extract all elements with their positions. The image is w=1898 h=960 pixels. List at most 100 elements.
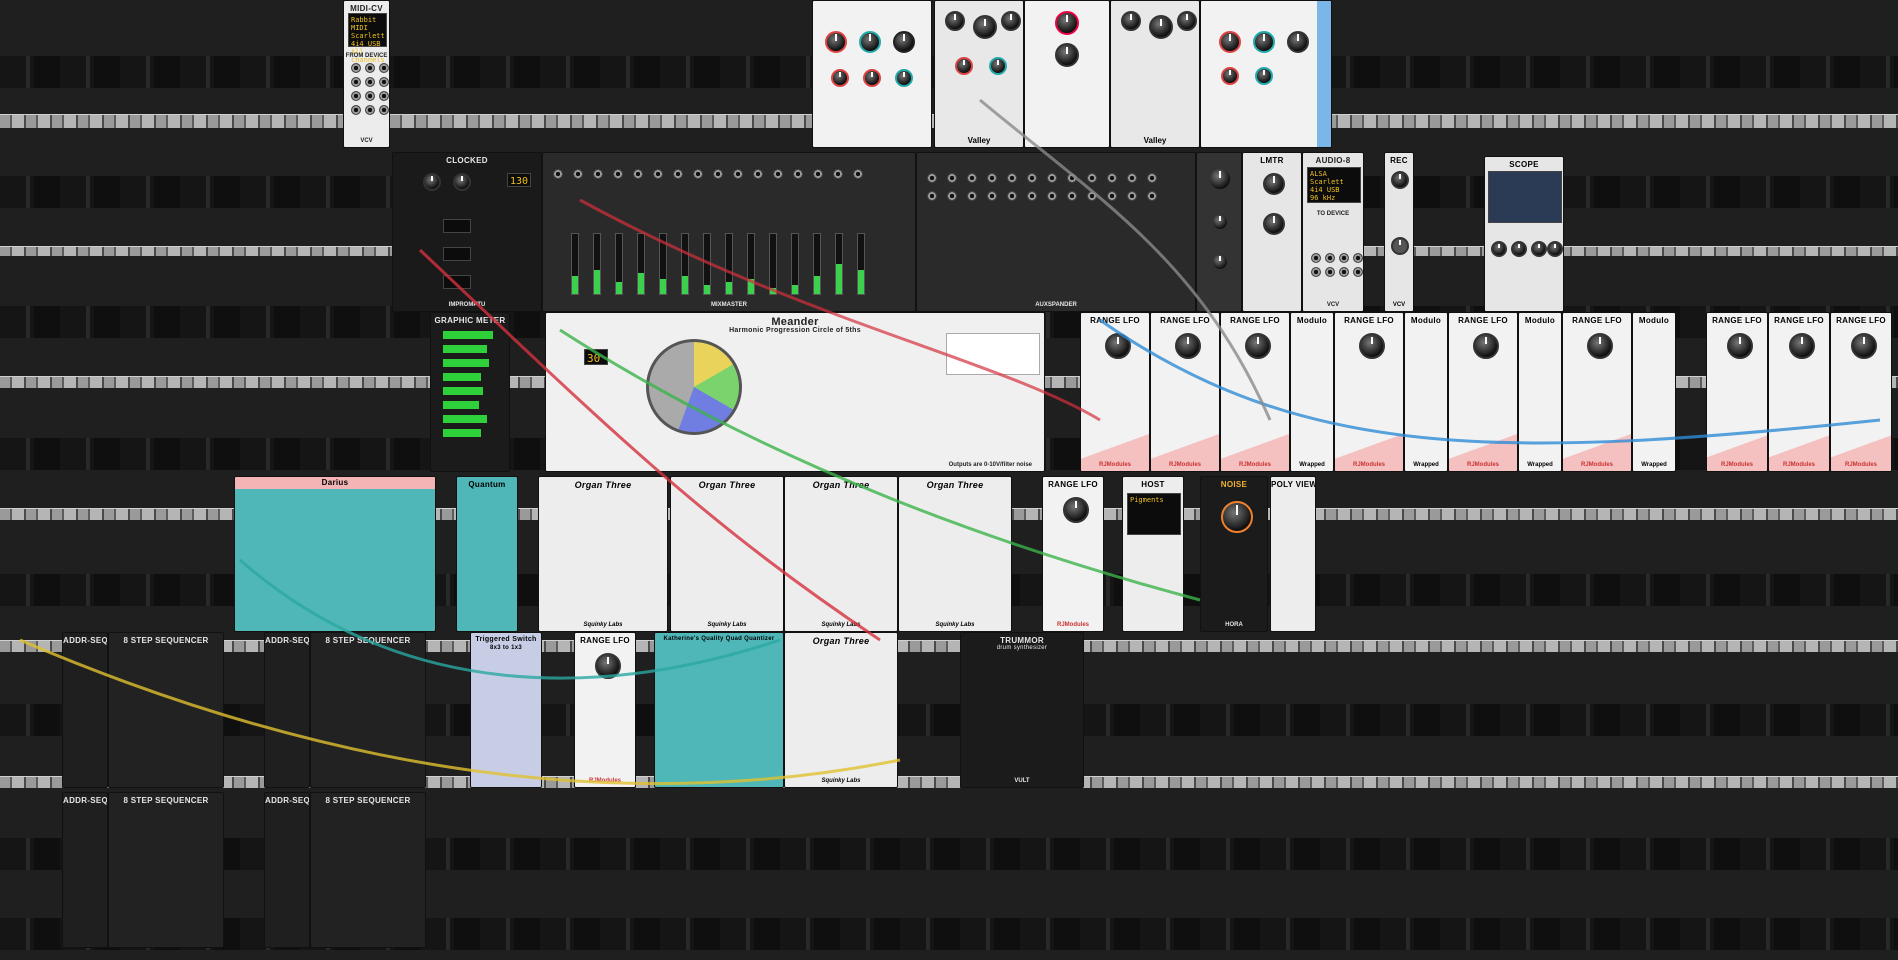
channel-faders[interactable] (571, 233, 865, 295)
knob[interactable] (1001, 11, 1021, 31)
jack[interactable] (853, 169, 863, 179)
fader[interactable] (615, 233, 623, 295)
meander-module[interactable]: Meander Harmonic Progression Circle of 5… (545, 312, 1045, 472)
rec-module[interactable]: REC VCV (1384, 152, 1414, 312)
effect-module-left[interactable] (812, 0, 932, 148)
knob[interactable] (1789, 333, 1815, 359)
knob[interactable] (1211, 213, 1229, 231)
modulo-module-4[interactable]: Modulo Wrapped (1632, 312, 1676, 472)
jack[interactable] (365, 77, 375, 87)
triggered-switch-module[interactable]: Triggered Switch 8x3 to 1x3 (470, 632, 542, 788)
valley-module-2[interactable]: Valley (1110, 0, 1200, 148)
organ-three-module-1[interactable]: Organ Three Squinky Labs (538, 476, 668, 632)
fader[interactable] (681, 233, 689, 295)
knob[interactable] (945, 11, 965, 31)
addr-seq-module-1[interactable]: ADDR-SEQ (62, 632, 108, 788)
knob[interactable] (831, 69, 849, 87)
fader[interactable] (857, 233, 865, 295)
organ-three-module-4[interactable]: Organ Three Squinky Labs (898, 476, 1012, 632)
knob[interactable] (1211, 253, 1229, 271)
jack[interactable] (967, 191, 977, 201)
range-lfo-module-9[interactable]: RANGE LFO RJModules (1830, 312, 1892, 472)
step-sequencer-module-1[interactable]: 8 STEP SEQUENCER (108, 632, 224, 788)
step-sequencer-module-3[interactable]: 8 STEP SEQUENCER (108, 792, 224, 948)
jack[interactable] (1353, 267, 1363, 277)
clocked-module[interactable]: CLOCKED 130 IMPROMPTU (392, 152, 542, 312)
fader[interactable] (571, 233, 579, 295)
knob[interactable] (973, 15, 997, 39)
knob[interactable] (893, 31, 915, 53)
jack[interactable] (653, 169, 663, 179)
knob[interactable] (955, 57, 973, 75)
organ-three-module-2[interactable]: Organ Three Squinky Labs (670, 476, 784, 632)
organ-three-module-5[interactable]: Organ Three Squinky Labs (784, 632, 898, 788)
knob[interactable] (863, 69, 881, 87)
bpm-display[interactable]: 130 (507, 173, 531, 187)
jack[interactable] (351, 63, 361, 73)
limiter-module[interactable]: LMTR (1242, 152, 1302, 312)
jack[interactable] (1007, 173, 1017, 183)
range-lfo-module-5[interactable]: RANGE LFO RJModules (1448, 312, 1518, 472)
knob[interactable] (1391, 237, 1409, 255)
knob[interactable] (1547, 241, 1563, 257)
jack[interactable] (1107, 191, 1117, 201)
jack[interactable] (379, 77, 389, 87)
aux-jacks[interactable] (927, 173, 1159, 201)
jack[interactable] (379, 91, 389, 101)
knob[interactable] (1105, 333, 1131, 359)
range-lfo-module-8[interactable]: RANGE LFO RJModules (1768, 312, 1830, 472)
knob[interactable] (1287, 31, 1309, 53)
jack[interactable] (593, 169, 603, 179)
circle-of-fifths[interactable] (646, 339, 742, 435)
audio-device-display[interactable]: ALSA Scarlett 4i4 USB 96 kHz (1307, 167, 1361, 203)
knob[interactable] (1263, 213, 1285, 235)
jack[interactable] (351, 77, 361, 87)
knob[interactable] (1727, 333, 1753, 359)
jack[interactable] (351, 91, 361, 101)
knob[interactable] (895, 69, 913, 87)
fader[interactable] (747, 233, 755, 295)
knob[interactable] (1391, 171, 1409, 189)
range-lfo-module-11[interactable]: RANGE LFO RJModules (574, 632, 636, 788)
knob[interactable] (1055, 43, 1079, 67)
jack[interactable] (1087, 173, 1097, 183)
mixmaster-module[interactable]: MIXMASTER (542, 152, 916, 312)
jack[interactable] (1339, 253, 1349, 263)
knob[interactable] (989, 57, 1007, 75)
jack[interactable] (1067, 173, 1077, 183)
jack[interactable] (1147, 173, 1157, 183)
jack[interactable] (1325, 267, 1335, 277)
jack[interactable] (1311, 267, 1321, 277)
fader[interactable] (593, 233, 601, 295)
jack[interactable] (967, 173, 977, 183)
knob[interactable] (1121, 11, 1141, 31)
jack-grid[interactable] (351, 63, 389, 115)
jack[interactable] (351, 105, 361, 115)
jack[interactable] (613, 169, 623, 179)
organ-three-module-3[interactable]: Organ Three Squinky Labs (784, 476, 898, 632)
jack[interactable] (713, 169, 723, 179)
auxspander-module[interactable]: AUXSPANDER (916, 152, 1196, 312)
jack[interactable] (927, 173, 937, 183)
ratio-display[interactable] (443, 275, 471, 289)
jack[interactable] (365, 63, 375, 73)
knob[interactable] (1473, 333, 1499, 359)
fader[interactable] (769, 233, 777, 295)
poly-view-module[interactable]: POLY VIEW (1270, 476, 1316, 632)
knob[interactable] (1491, 241, 1507, 257)
knob[interactable] (1149, 15, 1173, 39)
knob[interactable] (1063, 497, 1089, 523)
audio-8-module[interactable]: AUDIO-8 ALSA Scarlett 4i4 USB 96 kHz TO … (1302, 152, 1364, 312)
jack[interactable] (1107, 173, 1117, 183)
knob[interactable] (1851, 333, 1877, 359)
katherine-quantizer-module[interactable]: Katherine's Quality Quad Quantizer (654, 632, 784, 788)
scope-module[interactable]: SCOPE (1484, 156, 1564, 312)
gate-module[interactable] (1024, 0, 1110, 148)
jack[interactable] (1087, 191, 1097, 201)
knob[interactable] (1175, 333, 1201, 359)
step-sequencer-module-2[interactable]: 8 STEP SEQUENCER (310, 632, 426, 788)
addr-seq-module-2[interactable]: ADDR-SEQ (264, 632, 310, 788)
jack[interactable] (947, 173, 957, 183)
knob[interactable] (595, 653, 621, 679)
midi-cv-module[interactable]: MIDI-CV Rabbit MIDI Scarlett 4i4 USB All… (343, 0, 390, 148)
